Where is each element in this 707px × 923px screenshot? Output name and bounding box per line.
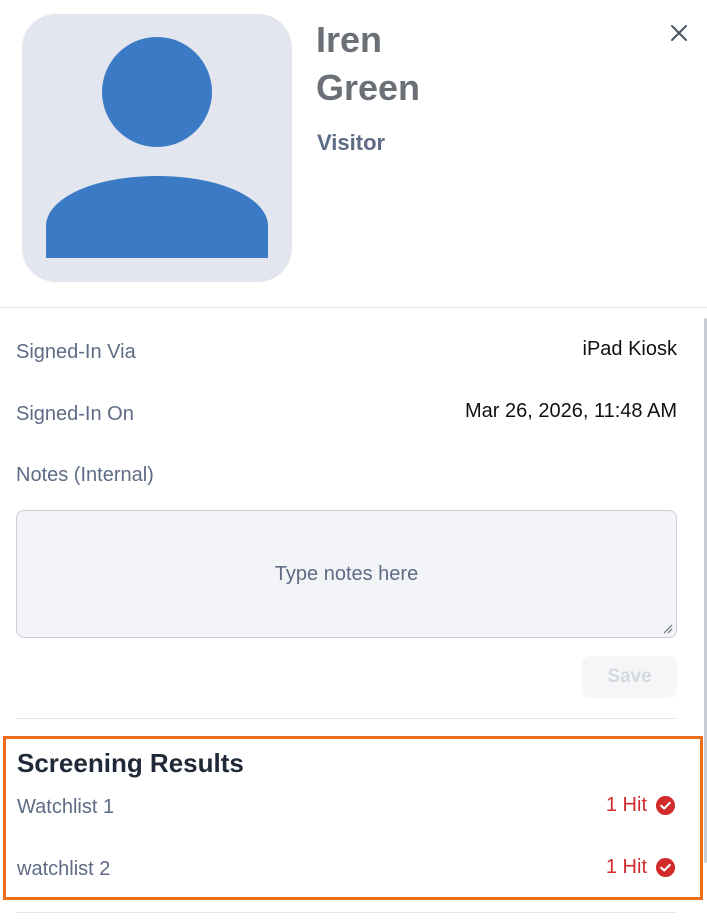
check-circle-icon xyxy=(655,795,676,816)
watchlist-row[interactable]: watchlist 2 1 Hit xyxy=(6,854,700,886)
watchlist-result[interactable]: 1 Hit xyxy=(606,856,676,879)
visitor-detail-panel: Iren Green Visitor Signed-In Via iPad Ki… xyxy=(0,0,707,923)
watchlist-result[interactable]: 1 Hit xyxy=(606,794,676,817)
hit-count: 1 Hit xyxy=(605,794,647,816)
watchlist-name: Watchlist 1 xyxy=(17,796,115,818)
signed-in-via-label: Signed-In Via xyxy=(16,341,136,363)
signed-in-via-value: iPad Kiosk xyxy=(582,338,678,360)
first-name: Iren xyxy=(316,19,383,60)
watchlist-name: watchlist 2 xyxy=(17,858,111,880)
avatar xyxy=(22,14,292,282)
close-icon xyxy=(671,25,687,41)
signed-in-on-label: Signed-In On xyxy=(16,403,134,425)
screening-results-title: Screening Results xyxy=(17,748,244,778)
hit-count: 1 Hit xyxy=(605,856,647,878)
section-divider xyxy=(16,912,677,913)
person-silhouette-icon xyxy=(46,37,268,258)
visitor-type: Visitor xyxy=(317,130,386,155)
watchlist-row[interactable]: Watchlist 1 1 Hit xyxy=(6,792,700,824)
details-scroll-area[interactable]: Signed-In Via iPad Kiosk Signed-In On Ma… xyxy=(0,308,707,923)
section-divider xyxy=(16,718,677,719)
screening-results-section: Screening Results Watchlist 1 1 Hit watc… xyxy=(3,736,703,900)
save-button[interactable]: Save xyxy=(582,656,677,698)
check-circle-icon xyxy=(655,857,676,878)
notes-placeholder: Type notes here xyxy=(274,562,419,585)
signed-in-on-value: Mar 26, 2026, 11:48 AM xyxy=(465,400,677,422)
last-name: Green xyxy=(316,67,421,108)
notes-textarea[interactable]: Type notes here xyxy=(16,510,677,638)
resize-handle-icon[interactable] xyxy=(661,622,673,634)
visitor-name: Iren Green xyxy=(316,16,536,112)
notes-label: Notes (Internal) xyxy=(16,464,154,486)
close-button[interactable] xyxy=(666,20,692,46)
